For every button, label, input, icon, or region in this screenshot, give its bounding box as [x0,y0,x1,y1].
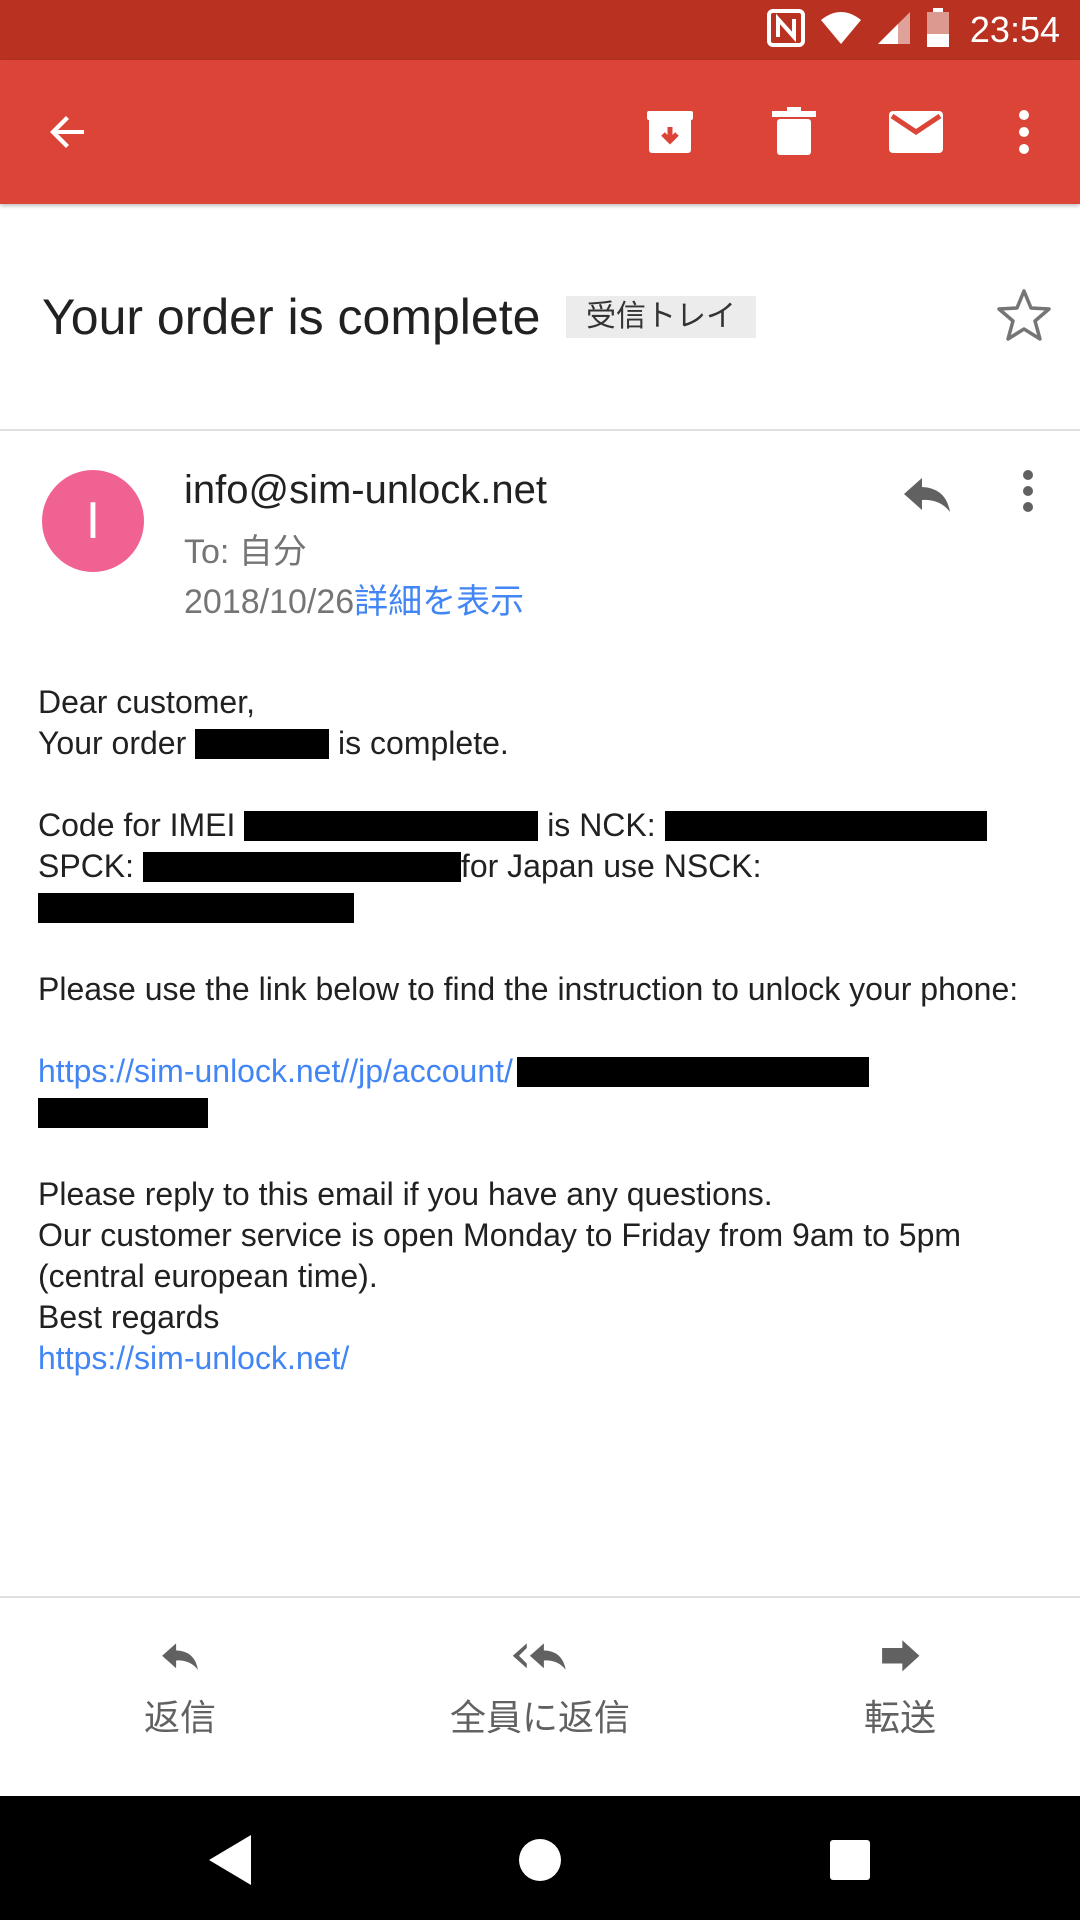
wifi-icon [820,10,862,51]
status-bar: 23:54 [0,0,1080,60]
body-paragraph-codes: Code for IMEI is NCK: SPCK: for Japan us… [38,805,1038,928]
imei-prefix: Code for IMEI [38,807,236,843]
nav-back-icon[interactable] [200,1830,260,1890]
redacted-nsck [38,893,354,923]
forward-label: 転送 [863,1697,936,1738]
redacted-order-number [195,729,330,759]
toolbar [0,60,1080,204]
nav-home-icon[interactable] [510,1830,570,1890]
reply-all-button[interactable]: 全員に返信 [390,1634,690,1741]
nsck-label: for Japan use NSCK: [460,848,762,884]
nfc-icon [766,8,806,53]
regards: Best regards [38,1299,220,1335]
more-vert-icon[interactable] [986,94,1062,170]
battery-icon [926,7,950,53]
body-paragraph-link: https://sim-unlock.net//jp/account/ [38,1051,1038,1133]
status-time: 23:54 [969,9,1060,50]
reply-icon[interactable] [900,466,954,520]
status-icons: 23:54 [766,0,1060,60]
arrow-back-icon[interactable] [30,94,106,170]
redacted-spck [142,852,461,882]
subject-row: Your order is complete 受信トレイ [0,204,1080,431]
redacted-account-id [516,1057,869,1087]
order-suffix: is complete. [338,725,509,761]
body-paragraph-closing: Please reply to this email if you have a… [38,1174,1038,1379]
reply-actions: 返信 全員に返信 転送 [0,1596,1080,1798]
forward-icon [882,1640,920,1672]
star-icon[interactable] [994,286,1054,346]
inbox-label-chip[interactable]: 受信トレイ [566,296,756,338]
reply-line: Please reply to this email if you have a… [38,1176,773,1212]
archive-icon[interactable] [632,94,708,170]
mail-icon[interactable] [878,94,954,170]
site-link[interactable]: https://sim-unlock.net/ [38,1340,349,1376]
email-subject: Your order is complete [42,289,541,345]
show-details-link[interactable]: 詳細を表示 [354,583,524,621]
spck-label: SPCK: [38,848,135,884]
signal-icon [876,10,912,51]
reply-button[interactable]: 返信 [30,1634,330,1741]
reply-all-icon [512,1643,566,1670]
sender-address: info@sim-unlock.net [184,468,547,512]
avatar[interactable]: I [42,470,144,572]
forward-button[interactable]: 転送 [750,1634,1050,1741]
email-date: 2018/10/26 [184,583,355,621]
redacted-nck [664,811,987,841]
nck-label: is NCK: [547,807,656,843]
account-link[interactable]: https://sim-unlock.net//jp/account/ [38,1053,513,1089]
navigation-bar [0,1796,1080,1920]
order-prefix: Your order [38,725,187,761]
redacted-account-id-cont [38,1098,208,1128]
recipient-line: To: 自分 [184,533,307,571]
reply-all-label: 全員に返信 [449,1697,630,1738]
body-paragraph-1: Dear customer, Your order is complete. [38,682,1038,764]
delete-icon[interactable] [756,94,832,170]
reply-label: 返信 [143,1697,216,1738]
date-line: 2018/10/26詳細を表示 [184,574,524,623]
service-line: Our customer service is open Monday to F… [38,1217,962,1294]
message-more-icon[interactable] [1008,466,1048,520]
email-body: Dear customer, Your order is complete. C… [38,682,1038,1420]
reply-action-icon [162,1643,198,1670]
nav-recents-icon[interactable] [820,1830,880,1890]
instructions-text: Please use the link below to find the in… [38,971,1019,1007]
redacted-imei [244,811,539,841]
greeting: Dear customer, [38,684,255,720]
